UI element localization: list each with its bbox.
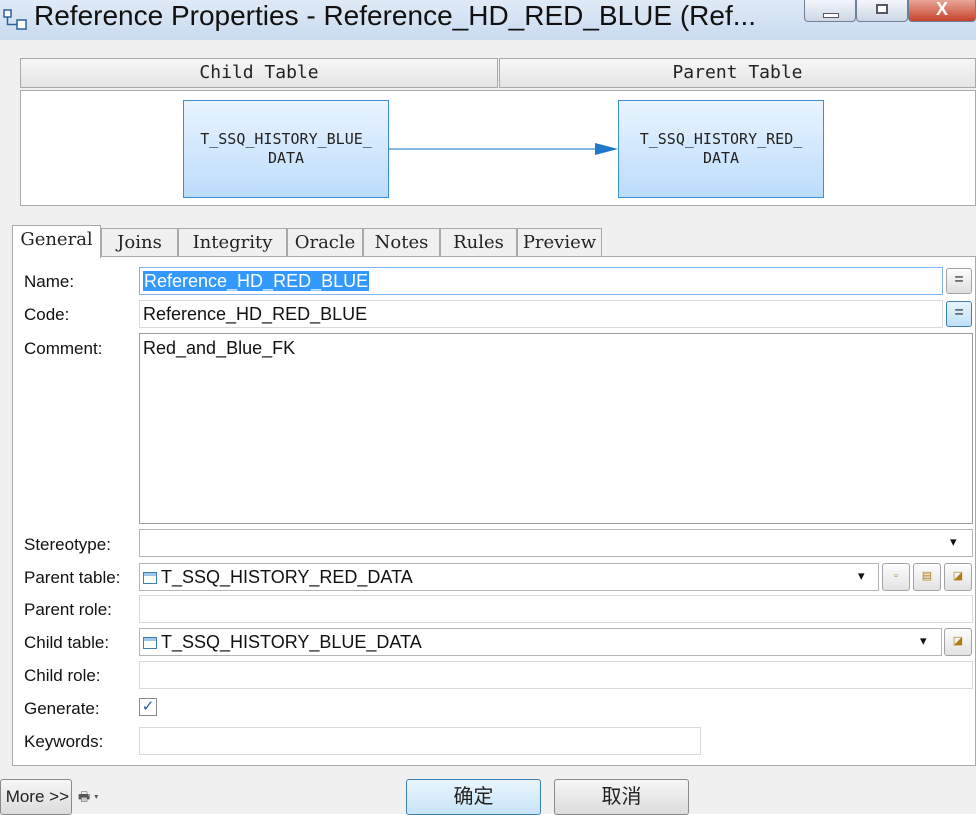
keywords-label: Keywords: — [24, 732, 104, 751]
tab-rules[interactable]: Rules — [440, 228, 517, 256]
tab-joins[interactable]: Joins — [101, 228, 178, 256]
name-equals-button[interactable]: = — [946, 268, 972, 294]
code-label: Code: — [24, 305, 70, 324]
properties-icon: ◪ — [952, 570, 964, 582]
keywords-field[interactable] — [139, 727, 701, 755]
code-value: Reference_HD_RED_BLUE — [143, 304, 368, 324]
stereotype-combo[interactable] — [139, 529, 973, 557]
child-table-header: Child Table — [20, 58, 498, 88]
parent-table-label: Parent table: — [24, 568, 121, 587]
new-icon: ▫ — [894, 570, 898, 582]
window-title: Reference Properties - Reference_HD_RED_… — [34, 0, 757, 31]
child-role-label: Child role: — [24, 666, 101, 685]
properties-icon: ◪ — [952, 635, 964, 647]
code-field[interactable]: Reference_HD_RED_BLUE — [139, 300, 943, 328]
reference-icon — [3, 9, 27, 30]
stereotype-label: Stereotype: — [24, 535, 111, 554]
maximize-icon — [876, 4, 888, 14]
child-properties-button[interactable]: ◪ — [944, 628, 972, 656]
tab-oracle[interactable]: Oracle — [287, 228, 363, 256]
child-table-dropdown-icon[interactable]: ▾ — [920, 633, 927, 649]
child-table-label: Child table: — [24, 633, 110, 652]
maximize-button[interactable] — [856, 0, 908, 22]
browse-icon: ▤ — [921, 570, 933, 582]
generate-label: Generate: — [24, 699, 100, 718]
parent-role-label: Parent role: — [24, 600, 112, 619]
reference-arrow — [389, 143, 618, 155]
printer-icon: 🖶 — [78, 789, 91, 804]
code-equals-button[interactable]: = — [946, 301, 972, 327]
child-role-field[interactable] — [139, 661, 973, 689]
browse-object-button[interactable]: ▤ — [913, 563, 941, 591]
check-icon: ✓ — [141, 698, 155, 715]
minimize-icon — [823, 13, 839, 18]
more-button[interactable]: More >> — [0, 779, 72, 815]
child-table-combo[interactable]: T_SSQ_HISTORY_BLUE_DATA — [139, 628, 942, 656]
cancel-button[interactable]: 取消 — [554, 779, 689, 815]
close-button[interactable]: X — [908, 0, 976, 22]
new-object-button[interactable]: ▫ — [882, 563, 910, 591]
comment-value: Red_and_Blue_FK — [143, 338, 296, 358]
name-field[interactable]: Reference_HD_RED_BLUE — [139, 267, 943, 295]
table-icon — [143, 572, 157, 584]
comment-textarea[interactable]: Red_and_Blue_FK — [139, 333, 973, 524]
name-label: Name: — [24, 272, 75, 291]
minimize-button[interactable] — [804, 0, 856, 22]
tab-preview[interactable]: Preview — [517, 228, 602, 256]
child-table-value: T_SSQ_HISTORY_BLUE_DATA — [161, 632, 422, 652]
name-value: Reference_HD_RED_BLUE — [143, 271, 370, 291]
generate-checkbox[interactable]: ✓ — [139, 698, 157, 716]
tab-integrity[interactable]: Integrity — [178, 228, 287, 256]
close-icon: X — [935, 0, 948, 19]
parent-role-field[interactable] — [139, 595, 973, 623]
stereotype-dropdown-icon[interactable]: ▾ — [950, 534, 957, 550]
tab-general[interactable]: General — [12, 225, 101, 258]
table-icon — [143, 637, 157, 649]
tools-menu[interactable]: 🖶 ▾ — [78, 788, 99, 810]
ok-button[interactable]: 确定 — [406, 779, 541, 815]
chevron-down-icon: ▾ — [93, 789, 99, 804]
comment-label: Comment: — [24, 339, 103, 358]
parent-table-box[interactable]: T_SSQ_HISTORY_RED_ DATA — [618, 100, 824, 198]
parent-table-combo[interactable]: T_SSQ_HISTORY_RED_DATA — [139, 563, 879, 591]
parent-table-dropdown-icon[interactable]: ▾ — [858, 568, 865, 584]
tab-notes[interactable]: Notes — [363, 228, 440, 256]
parent-table-value: T_SSQ_HISTORY_RED_DATA — [161, 567, 413, 587]
parent-table-header: Parent Table — [499, 58, 976, 88]
parent-properties-button[interactable]: ◪ — [944, 563, 972, 591]
child-table-box[interactable]: T_SSQ_HISTORY_BLUE_ DATA — [183, 100, 389, 198]
